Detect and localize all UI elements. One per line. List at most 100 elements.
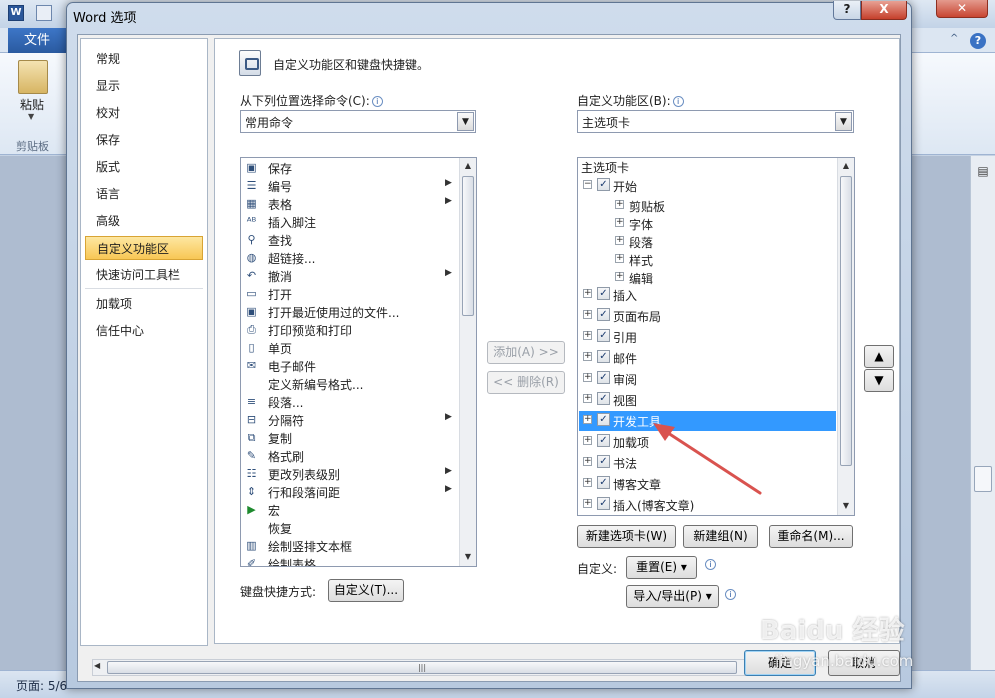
tree-item[interactable]: + 剪贴板 [579, 196, 836, 216]
command-item[interactable]: ᴬᴮ 插入脚注 [242, 213, 457, 231]
scroll-left-icon[interactable]: ◀ [94, 661, 100, 670]
tree-item[interactable]: + ✓ 视图 [579, 390, 836, 410]
tree-scroll-thumb[interactable] [840, 176, 852, 466]
commands-list[interactable]: ▣ 保存 ☰ 编号 ▶ ▦ 表格 ▶ ᴬᴮ 插入脚注 ⚲ 查找 ◍ 超链接... ↶ 撤消 ▶ ▭ 打开 ▣ 打开最近使… [240, 157, 477, 567]
nav-item[interactable]: 自定义功能区 [85, 236, 203, 260]
quick-save-icon[interactable] [36, 5, 52, 21]
scroll-up-icon[interactable]: ▲ [838, 158, 854, 174]
command-item[interactable]: ▦ 表格 ▶ [242, 195, 457, 213]
expand-icon[interactable]: + [583, 394, 592, 403]
choose-commands-combo[interactable]: 常用命令 ▼ [240, 110, 476, 133]
tree-item[interactable]: + ✓ 引用 [579, 327, 836, 347]
command-item[interactable]: ✎ 格式刷 [242, 447, 457, 465]
new-tab-button[interactable]: 新建选项卡(W) [577, 525, 676, 548]
new-group-button[interactable]: 新建组(N) [683, 525, 758, 548]
scroll-up-icon[interactable]: ▲ [460, 158, 476, 174]
tree-item[interactable]: + ✓ 页面布局 [579, 306, 836, 326]
dialog-close-button[interactable]: X [861, 1, 907, 20]
word-help-icon[interactable]: ? [970, 33, 986, 49]
command-item[interactable]: 恢复 [242, 519, 457, 537]
command-item[interactable]: ▣ 打开最近使用过的文件... [242, 303, 457, 321]
move-down-button[interactable]: ▼ [864, 369, 894, 392]
command-item[interactable]: ▯ 单页 [242, 339, 457, 357]
tab-checkbox[interactable]: ✓ [597, 329, 610, 342]
chevron-down-icon[interactable]: ▼ [835, 112, 852, 131]
tab-checkbox[interactable]: ✓ [597, 392, 610, 405]
tab-checkbox[interactable]: ✓ [597, 371, 610, 384]
tree-item[interactable]: + 段落 [579, 232, 836, 252]
expand-icon[interactable]: + [583, 373, 592, 382]
import-export-button[interactable]: 导入/导出(P) ▾ [626, 585, 719, 608]
content-scroll-thumb[interactable]: ||| [107, 661, 737, 674]
nav-item[interactable]: 信任中心 [85, 319, 203, 343]
nav-item[interactable]: 语言 [85, 182, 203, 206]
expand-icon[interactable]: + [615, 272, 624, 281]
tab-checkbox[interactable]: ✓ [597, 413, 610, 426]
command-item[interactable]: ⊟ 分隔符 ▶ [242, 411, 457, 429]
status-page-number[interactable]: 页面: 5/6 [16, 677, 67, 694]
command-item[interactable]: ≡ 段落... [242, 393, 457, 411]
expand-icon[interactable]: + [583, 457, 592, 466]
command-item[interactable]: ↶ 撤消 ▶ [242, 267, 457, 285]
tree-item[interactable]: + ✓ 审阅 [579, 369, 836, 389]
paste-dropdown-icon[interactable]: ▼ [28, 112, 34, 121]
nav-item[interactable]: 版式 [85, 155, 203, 179]
command-item[interactable]: ⧉ 复制 [242, 429, 457, 447]
command-item[interactable]: ☷ 更改列表级别 ▶ [242, 465, 457, 483]
command-item[interactable]: ☰ 编号 ▶ [242, 177, 457, 195]
chevron-down-icon[interactable]: ▼ [457, 112, 474, 131]
tab-checkbox[interactable]: ✓ [597, 434, 610, 447]
command-item[interactable]: ⚲ 查找 [242, 231, 457, 249]
expand-icon[interactable]: + [583, 415, 592, 424]
tree-item[interactable]: + 字体 [579, 214, 836, 234]
content-horizontal-scrollbar[interactable]: ◀ ||| ▶ [92, 659, 762, 676]
nav-item[interactable]: 快速访问工具栏 [85, 263, 203, 287]
command-item[interactable]: ◍ 超链接... [242, 249, 457, 267]
tree-scrollbar[interactable]: ▲ ▼ [837, 158, 854, 515]
command-item[interactable]: ⇕ 行和段落间距 ▶ [242, 483, 457, 501]
tree-item[interactable]: + ✓ 插入 [579, 285, 836, 305]
add-button[interactable]: 添加(A) >> [487, 341, 565, 364]
file-tab[interactable]: 文件 [8, 28, 66, 53]
document-vertical-scrollbar[interactable]: ▤ [970, 156, 995, 670]
reset-button[interactable]: 重置(E) ▾ [626, 556, 697, 579]
tab-checkbox[interactable]: ✓ [597, 476, 610, 489]
nav-item[interactable]: 高级 [85, 209, 203, 233]
tab-checkbox[interactable]: ✓ [597, 287, 610, 300]
paste-label[interactable]: 粘贴 [20, 96, 44, 113]
nav-item[interactable]: 常规 [85, 47, 203, 71]
expand-icon[interactable]: + [615, 218, 624, 227]
tree-item[interactable]: − ✓ 开始 [579, 176, 836, 196]
scroll-down-icon[interactable]: ▼ [460, 549, 476, 565]
tab-checkbox[interactable]: ✓ [597, 178, 610, 191]
keyboard-customize-button[interactable]: 自定义(T)... [328, 579, 404, 602]
expand-icon[interactable]: + [583, 499, 592, 508]
expand-icon[interactable]: + [615, 236, 624, 245]
expand-icon[interactable]: + [583, 331, 592, 340]
nav-item[interactable]: 校对 [85, 101, 203, 125]
command-item[interactable]: ▣ 保存 [242, 159, 457, 177]
ruler-toggle-icon[interactable]: ▤ [974, 164, 992, 182]
tab-checkbox[interactable]: ✓ [597, 350, 610, 363]
expand-icon[interactable]: + [583, 289, 592, 298]
expand-icon[interactable]: + [583, 436, 592, 445]
expand-icon[interactable]: + [615, 200, 624, 209]
customize-ribbon-combo[interactable]: 主选项卡 ▼ [577, 110, 854, 133]
command-item[interactable]: ✐ 绘制表格 [242, 555, 457, 566]
expand-icon[interactable]: + [583, 310, 592, 319]
tab-checkbox[interactable]: ✓ [597, 455, 610, 468]
command-item[interactable]: ⎙ 打印预览和打印 [242, 321, 457, 339]
rename-button[interactable]: 重命名(M)... [769, 525, 853, 548]
expand-icon[interactable]: + [583, 478, 592, 487]
dialog-help-button[interactable]: ? [833, 1, 861, 20]
command-item[interactable]: ✉ 电子邮件 [242, 357, 457, 375]
expand-icon[interactable]: + [615, 254, 624, 263]
command-item[interactable]: ▭ 打开 [242, 285, 457, 303]
paste-icon[interactable] [18, 60, 48, 94]
tab-checkbox[interactable]: ✓ [597, 497, 610, 510]
commands-scroll-thumb[interactable] [462, 176, 474, 316]
command-item[interactable]: ▥ 绘制竖排文本框 [242, 537, 457, 555]
collapse-icon[interactable]: − [583, 180, 592, 189]
nav-item[interactable]: 保存 [85, 128, 203, 152]
tab-checkbox[interactable]: ✓ [597, 308, 610, 321]
